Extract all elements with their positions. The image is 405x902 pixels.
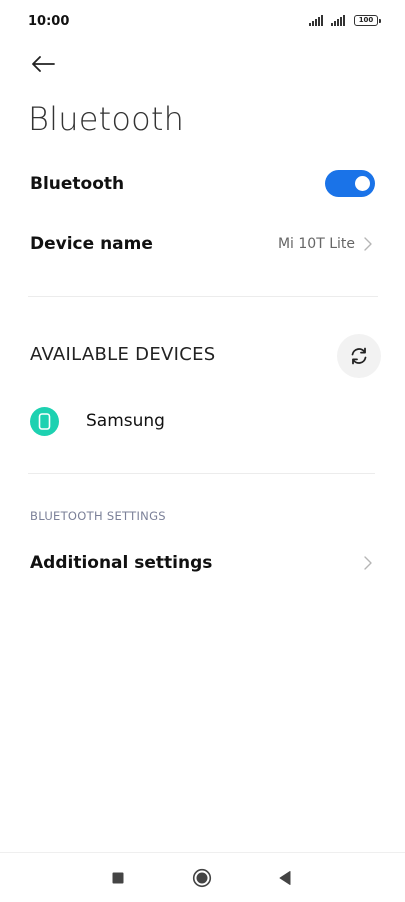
circle-icon [192, 868, 212, 888]
triangle-back-icon [279, 871, 291, 885]
device-name: Samsung [86, 411, 165, 431]
additional-settings-label: Additional settings [30, 553, 213, 573]
device-name-value: Mi 10T Lite [277, 236, 355, 252]
toggle-knob [355, 176, 370, 191]
additional-settings-row[interactable]: Additional settings [0, 545, 405, 581]
signal-icon-2 [331, 15, 345, 26]
status-time: 10:00 [28, 14, 70, 29]
page-title: Bluetooth [28, 100, 185, 138]
status-bar: 10:00 100 [0, 0, 405, 44]
navigation-bar [0, 852, 405, 902]
status-icons: 100 [309, 15, 381, 26]
divider-2 [28, 473, 375, 474]
battery-level: 100 [358, 16, 374, 24]
chevron-right-icon [364, 237, 372, 251]
phone-icon [30, 407, 59, 436]
battery-icon: 100 [354, 15, 381, 26]
nav-back-button[interactable] [274, 867, 296, 889]
recents-button[interactable] [107, 867, 129, 889]
refresh-icon [351, 347, 367, 365]
arrow-left-icon [32, 56, 55, 72]
refresh-button[interactable] [337, 334, 381, 378]
bluetooth-toggle-switch[interactable] [325, 170, 375, 197]
device-name-row[interactable]: Device name Mi 10T Lite [0, 226, 405, 262]
divider [28, 296, 378, 297]
bluetooth-settings-label: BLUETOOTH SETTINGS [30, 509, 166, 523]
device-name-label: Device name [30, 234, 153, 254]
available-devices-header: AVAILABLE DEVICES [30, 344, 216, 365]
chevron-right-icon [364, 556, 372, 570]
home-button[interactable] [191, 867, 213, 889]
signal-icon [309, 15, 323, 26]
square-icon [112, 872, 124, 884]
list-item-device[interactable]: Samsung [0, 400, 405, 444]
bluetooth-toggle-label: Bluetooth [30, 174, 125, 194]
back-button[interactable] [26, 50, 60, 78]
bluetooth-toggle-row[interactable]: Bluetooth [0, 166, 405, 202]
